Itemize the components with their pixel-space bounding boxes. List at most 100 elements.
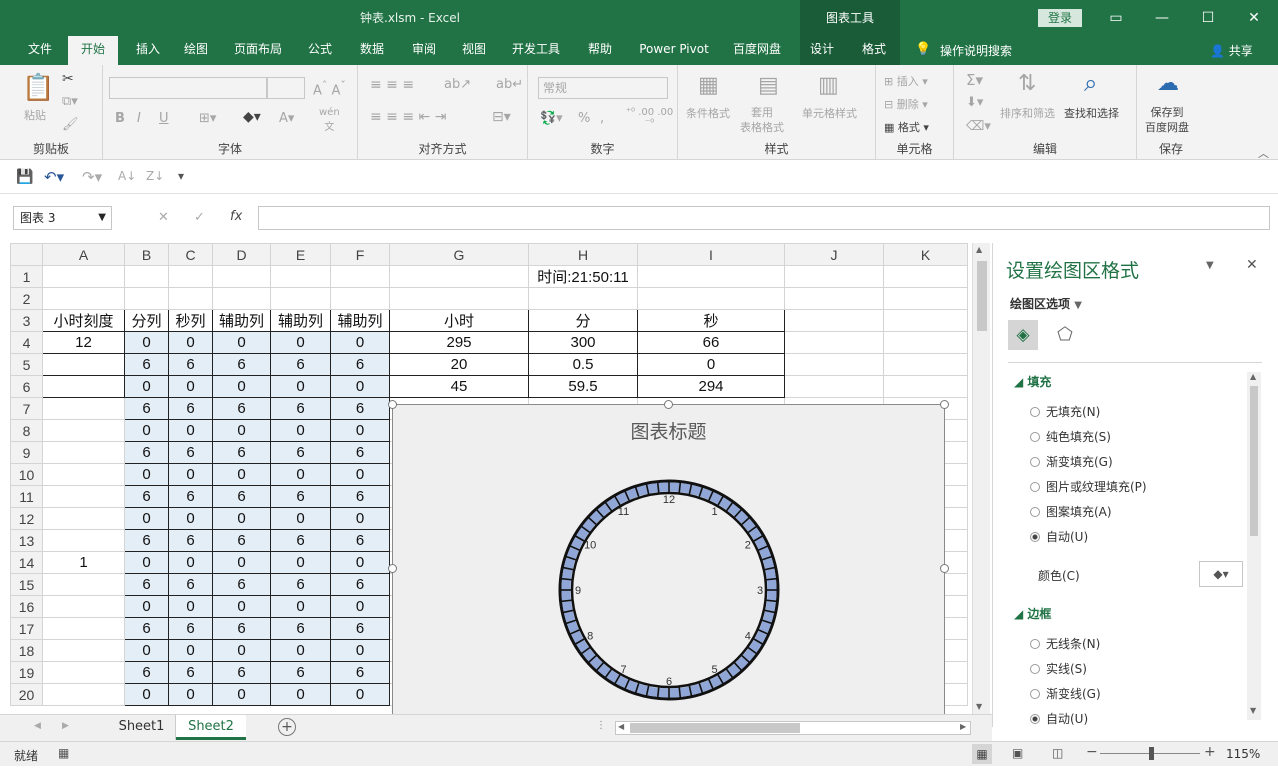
decimal-icon[interactable]: ⁺⁰ .00 .00 ⁻⁰ [622, 107, 677, 129]
pane-scroll-down-icon[interactable]: ▼ [1250, 706, 1256, 715]
border-icon[interactable]: ⊞▾ [199, 111, 216, 126]
cell[interactable] [42, 353, 125, 376]
cell[interactable] [42, 595, 125, 618]
cell[interactable]: 0 [168, 507, 213, 530]
cell[interactable] [42, 639, 125, 662]
cell[interactable]: 辅助列 [212, 309, 271, 332]
resize-handle-tr[interactable] [940, 400, 949, 409]
cell[interactable]: 6 [330, 353, 390, 376]
cell[interactable] [637, 265, 785, 288]
macro-record-icon[interactable]: ▦ [58, 746, 69, 760]
enter-icon[interactable]: ✓ [194, 210, 205, 225]
cell[interactable]: 6 [168, 485, 213, 508]
cell[interactable]: 0 [124, 551, 169, 574]
minimize-icon[interactable]: — [1152, 8, 1172, 28]
cell[interactable] [784, 353, 884, 376]
row-header[interactable]: 15 [10, 573, 43, 596]
cell[interactable] [883, 309, 968, 332]
cell[interactable]: 秒列 [168, 309, 213, 332]
cell[interactable]: 6 [270, 441, 331, 464]
cell[interactable]: 6 [168, 397, 213, 420]
fill-option[interactable]: 图案填充(A) [1030, 503, 1112, 520]
row-header[interactable]: 16 [10, 595, 43, 618]
cell[interactable] [883, 331, 968, 354]
align-left-icon[interactable]: ≡ ≡ ≡ ⇤ ⇥ [370, 109, 446, 125]
cell[interactable]: 0 [330, 683, 390, 706]
tab-8[interactable]: 视图 [454, 36, 494, 65]
insert-cells-button[interactable]: ⊞ 插入 ▾ [884, 73, 928, 89]
cell[interactable] [42, 375, 125, 398]
font-size-box[interactable] [267, 77, 305, 99]
tab-1[interactable]: 开始 [68, 36, 118, 65]
cell[interactable] [168, 265, 213, 288]
cell[interactable] [270, 265, 331, 288]
cell[interactable]: 0 [330, 331, 390, 354]
delete-cells-button[interactable]: ⊟ 删除 ▾ [884, 96, 928, 112]
cell[interactable]: 0 [168, 595, 213, 618]
cell[interactable]: 0 [124, 595, 169, 618]
cell[interactable]: 6 [330, 661, 390, 684]
column-header[interactable]: B [124, 243, 169, 266]
cell[interactable] [883, 265, 968, 288]
fill-icon[interactable]: ⬇▾ [966, 95, 983, 110]
border-option[interactable]: 自动(U) [1030, 710, 1088, 727]
wrap-text-icon[interactable]: ab↵ [496, 77, 523, 92]
ribbon-display-icon[interactable]: ▭ [1106, 8, 1126, 28]
cell[interactable]: 0 [330, 595, 390, 618]
copy-icon[interactable]: ⧉▾ [62, 94, 78, 109]
cell[interactable] [389, 287, 529, 310]
border-section[interactable]: ◢ 边框 [1014, 605, 1051, 622]
cell[interactable]: 6 [270, 573, 331, 596]
cell[interactable]: 0 [168, 331, 213, 354]
hscroll-left-icon[interactable]: ◀ [618, 722, 624, 731]
cell[interactable] [784, 331, 884, 354]
tab-7[interactable]: 审阅 [404, 36, 444, 65]
cell-styles-icon[interactable]: ▥ [818, 73, 839, 98]
cell[interactable] [42, 529, 125, 552]
sheet-tab-sheet2[interactable]: Sheet2 [176, 715, 246, 740]
tab-2[interactable]: 插入 [128, 36, 168, 65]
row-header[interactable]: 5 [10, 353, 43, 376]
cell[interactable]: 0 [168, 463, 213, 486]
cell[interactable]: 6 [124, 397, 169, 420]
tab-splitter-icon[interactable]: ⋮ [596, 720, 606, 731]
zoom-out-icon[interactable]: − [1086, 744, 1098, 760]
cell[interactable]: 6 [212, 529, 271, 552]
radio-icon[interactable] [1030, 714, 1040, 724]
close-window-icon[interactable]: ✕ [1244, 8, 1264, 28]
color-picker-button[interactable]: ◆▾ [1199, 561, 1243, 587]
cell[interactable]: 0 [212, 683, 271, 706]
new-sheet-icon[interactable]: + [278, 718, 296, 736]
column-header[interactable]: E [270, 243, 331, 266]
row-header[interactable]: 9 [10, 441, 43, 464]
column-header[interactable]: F [330, 243, 390, 266]
cell[interactable] [42, 287, 125, 310]
cell[interactable]: 300 [528, 331, 638, 354]
pane-dropdown-icon[interactable]: ▼ [1206, 260, 1214, 271]
cell[interactable] [784, 375, 884, 398]
cell[interactable]: 辅助列 [330, 309, 390, 332]
cell[interactable] [784, 287, 884, 310]
cell[interactable]: 6 [212, 485, 271, 508]
cell[interactable]: 6 [124, 617, 169, 640]
cell[interactable]: 6 [212, 353, 271, 376]
cell[interactable] [168, 287, 213, 310]
cell[interactable]: 0 [168, 551, 213, 574]
row-header[interactable]: 18 [10, 639, 43, 662]
cell[interactable]: 295 [389, 331, 529, 354]
cell[interactable] [270, 287, 331, 310]
radio-icon[interactable] [1030, 457, 1040, 467]
login-button[interactable]: 登录 [1038, 9, 1082, 27]
tab-9[interactable]: 开发工具 [504, 36, 568, 65]
cell[interactable]: 0 [270, 375, 331, 398]
fill-color-icon[interactable]: ◆▾ [243, 109, 261, 125]
border-option[interactable]: 实线(S) [1030, 660, 1087, 677]
cell[interactable] [389, 265, 529, 288]
cell[interactable] [330, 287, 390, 310]
cell[interactable]: 6 [330, 573, 390, 596]
cell[interactable]: 0 [168, 683, 213, 706]
cell[interactable]: 0 [270, 683, 331, 706]
cell[interactable]: 0 [212, 419, 271, 442]
cell[interactable]: 6 [124, 529, 169, 552]
cell[interactable] [528, 287, 638, 310]
